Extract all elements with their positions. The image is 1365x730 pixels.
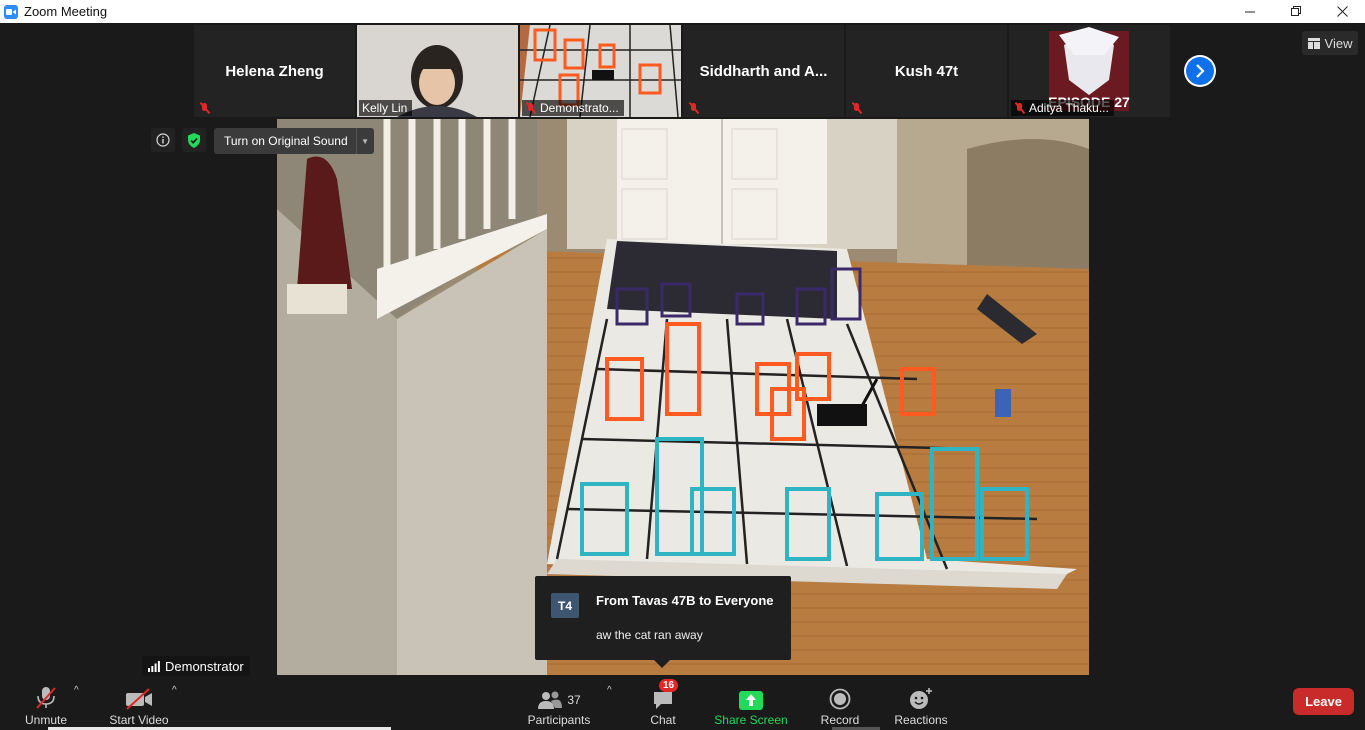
unmute-label: Unmute (24, 713, 68, 727)
participant-name: Demonstrato... (540, 101, 619, 115)
active-speaker-nameplate: Demonstrator (142, 656, 250, 676)
start-video-label: Start Video (109, 713, 169, 727)
record-label: Record (820, 713, 860, 727)
chat-label: Chat (650, 713, 676, 727)
mic-muted-icon (851, 102, 863, 114)
record-button[interactable]: Record (818, 679, 862, 727)
grid-icon (1307, 37, 1320, 49)
nameplate: Kelly Lin (359, 100, 413, 116)
mic-muted-icon (1014, 102, 1026, 114)
chat-icon (654, 692, 672, 709)
reactions-button[interactable]: Reactions (892, 679, 950, 727)
signal-bars-icon (148, 660, 160, 672)
participants-caret-icon[interactable]: ^ (607, 685, 612, 696)
participant-tile[interactable]: Demonstrato... (520, 25, 681, 117)
chevron-right-icon (1186, 57, 1214, 85)
participants-count: 37 (567, 693, 581, 707)
nameplate: Demonstrato... (522, 100, 624, 116)
participant-tile[interactable]: Siddharth and A... (683, 25, 844, 117)
leave-button[interactable]: Leave (1293, 688, 1354, 715)
mic-muted-icon (525, 102, 537, 114)
original-sound-button[interactable]: Turn on Original Sound ▼ (214, 128, 374, 154)
participant-tile[interactable]: EPISODE 27 Aditya Thaku... (1009, 25, 1170, 117)
chat-button[interactable]: 16 Chat (643, 679, 683, 727)
participant-tile[interactable]: Kush 47t (846, 25, 1007, 117)
shield-icon[interactable] (182, 128, 206, 152)
participants-label: Participants (527, 713, 591, 727)
start-video-button[interactable]: Start Video (106, 679, 172, 727)
mic-muted-icon (688, 102, 700, 114)
record-icon (829, 688, 851, 710)
avatar: T4 (551, 593, 579, 618)
chat-notification[interactable]: T4 From Tavas 47B to Everyone aw the cat… (535, 576, 791, 668)
nameplate (196, 100, 219, 116)
video-off-icon (126, 688, 152, 710)
participant-name: Kelly Lin (362, 101, 408, 115)
mic-muted-icon (36, 687, 56, 709)
next-page-button[interactable] (1184, 55, 1216, 87)
participants-icon (538, 691, 563, 709)
chat-badge: 16 (659, 679, 679, 692)
chevron-down-icon[interactable]: ▼ (355, 128, 374, 154)
unmute-button[interactable]: Unmute (22, 679, 70, 727)
minimize-icon[interactable] (1227, 0, 1273, 23)
restore-icon[interactable] (1273, 0, 1319, 23)
chat-sender: From Tavas 47B to Everyone (596, 593, 774, 608)
mic-muted-icon (199, 102, 211, 114)
info-icon[interactable] (151, 128, 175, 152)
nameplate: Aditya Thaku... (1011, 100, 1114, 116)
window-title: Zoom Meeting (24, 4, 108, 19)
audio-options-caret-icon[interactable]: ^ (74, 685, 79, 696)
nameplate (848, 100, 871, 116)
participant-tile[interactable]: Helena Zheng (194, 25, 355, 117)
share-screen-button[interactable]: Share Screen (714, 679, 788, 727)
zoom-logo-icon (4, 4, 18, 19)
gallery-strip: Helena Zheng Kelly Lin Demonstrato... Si… (194, 25, 1170, 117)
reactions-icon (910, 688, 932, 709)
close-icon[interactable] (1319, 0, 1365, 23)
nameplate (685, 100, 708, 116)
meeting-toolbar: Unmute ^ Start Video ^ 37 Participants ^… (0, 677, 1365, 730)
share-screen-label: Share Screen (714, 713, 788, 727)
view-button[interactable]: View (1302, 31, 1358, 55)
chat-message: aw the cat ran away (596, 628, 703, 642)
reactions-label: Reactions (894, 713, 948, 727)
active-speaker-name: Demonstrator (165, 658, 244, 674)
participants-button[interactable]: 37 Participants (524, 679, 594, 727)
title-bar: Zoom Meeting (0, 0, 1365, 23)
video-options-caret-icon[interactable]: ^ (172, 685, 177, 696)
participant-tile[interactable]: Kelly Lin (357, 25, 518, 117)
participant-name: Aditya Thaku... (1029, 101, 1109, 115)
view-label: View (1324, 35, 1353, 51)
share-screen-icon (739, 691, 763, 710)
original-sound-label: Turn on Original Sound (224, 134, 348, 148)
